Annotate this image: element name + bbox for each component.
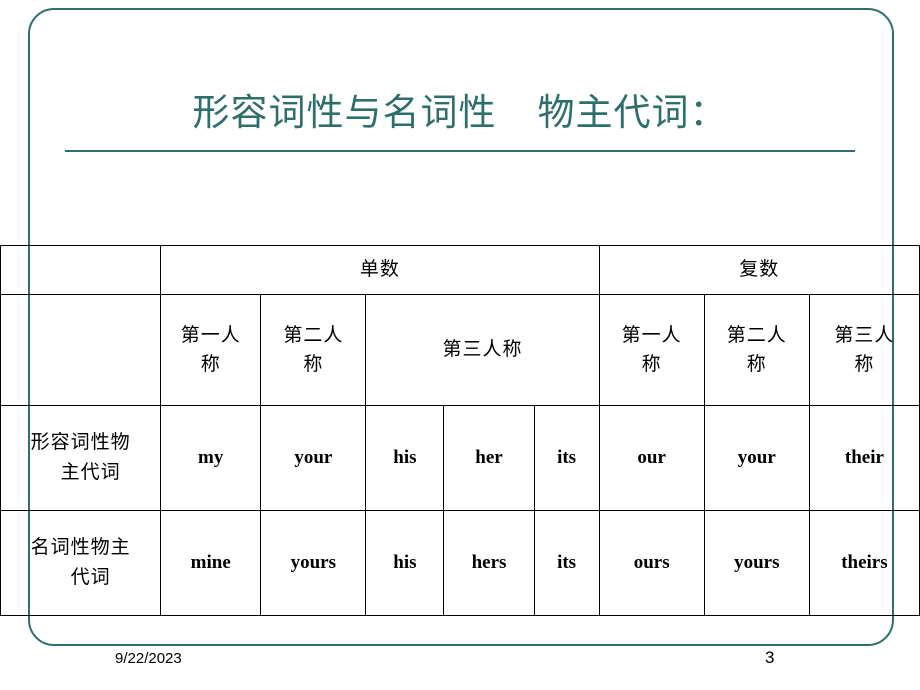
cell-nom-singular-third-m: his — [365, 510, 445, 616]
header-singular: 单数 — [160, 245, 600, 295]
cell-nom-singular-third-f: hers — [443, 510, 535, 616]
header-plural-first-line2: 称 — [641, 354, 662, 375]
header-plural-second-line2: 称 — [746, 354, 767, 375]
cell-nom-plural-second: yours — [703, 510, 810, 616]
title-block: 形容词性与名词性 物主代词： — [60, 92, 860, 153]
table-row: 形容词性物 主代词 my your his her its our your t… — [0, 405, 920, 511]
row-label-line2: 代词 — [50, 567, 111, 588]
cell-adj-singular-first: my — [160, 405, 262, 511]
cell-adj-plural-first: our — [598, 405, 705, 511]
row-label-adjective-possessive: 形容词性物 主代词 — [0, 405, 162, 511]
header-singular-second-line2: 称 — [303, 354, 324, 375]
cell-adj-singular-third-f: her — [443, 405, 535, 511]
cell-adj-plural-second: your — [703, 405, 810, 511]
header-plural-third: 第三人 称 — [808, 294, 920, 406]
cell-nom-singular-second: yours — [260, 510, 367, 616]
header-plural-second: 第二人 称 — [703, 294, 810, 406]
cell-adj-singular-third-m: his — [365, 405, 445, 511]
cell-nom-plural-third: theirs — [808, 510, 920, 616]
header-plural-second-line1: 第二人 — [726, 324, 787, 346]
header-plural-first: 第一人 称 — [598, 294, 705, 406]
footer-date: 9/22/2023 — [115, 650, 182, 667]
table-person-header-row: 第一人 称 第二人 称 第三人称 第一人 称 第二人 称 第三人 称 — [0, 294, 920, 406]
possessive-pronoun-table: 单数 复数 第一人 称 第二人 称 第三人称 第一人 称 第二人 称 第三人 称… — [0, 245, 920, 616]
corner-cell-lower — [0, 294, 162, 406]
cell-adj-singular-second: your — [260, 405, 367, 511]
row-label-line2: 主代词 — [40, 462, 121, 483]
cell-nom-singular-third-n: its — [533, 510, 600, 616]
header-plural: 复数 — [598, 245, 920, 295]
footer-page-number: 3 — [765, 648, 775, 667]
header-singular-first-line1: 第一人 — [180, 324, 241, 346]
cell-adj-singular-third-n: its — [533, 405, 600, 511]
header-plural-third-line1: 第三人 — [834, 324, 895, 346]
header-singular-first-line2: 称 — [200, 354, 221, 375]
row-label-line1: 形容词性物 — [30, 431, 131, 453]
header-plural-third-line2: 称 — [854, 354, 875, 375]
row-label-line1: 名词性物主 — [30, 536, 131, 558]
cell-nom-plural-first: ours — [598, 510, 705, 616]
table-group-header-row: 单数 复数 — [0, 245, 920, 295]
header-singular-second-line1: 第二人 — [283, 324, 344, 346]
cell-nom-singular-first: mine — [160, 510, 262, 616]
header-singular-first: 第一人 称 — [160, 294, 262, 406]
table-row: 名词性物主 代词 mine yours his hers its ours yo… — [0, 510, 920, 616]
header-plural-first-line1: 第一人 — [621, 324, 682, 346]
title-underline — [65, 150, 855, 153]
page-title: 形容词性与名词性 物主代词： — [192, 93, 728, 134]
slide: 形容词性与名词性 物主代词： 单数 复数 第一人 称 第二人 称 第三人称 第一… — [0, 0, 920, 690]
row-label-nominal-possessive: 名词性物主 代词 — [0, 510, 162, 616]
corner-cell — [0, 245, 162, 295]
cell-adj-plural-third: their — [808, 405, 920, 511]
header-singular-second: 第二人 称 — [260, 294, 367, 406]
header-singular-third: 第三人称 — [365, 294, 600, 406]
